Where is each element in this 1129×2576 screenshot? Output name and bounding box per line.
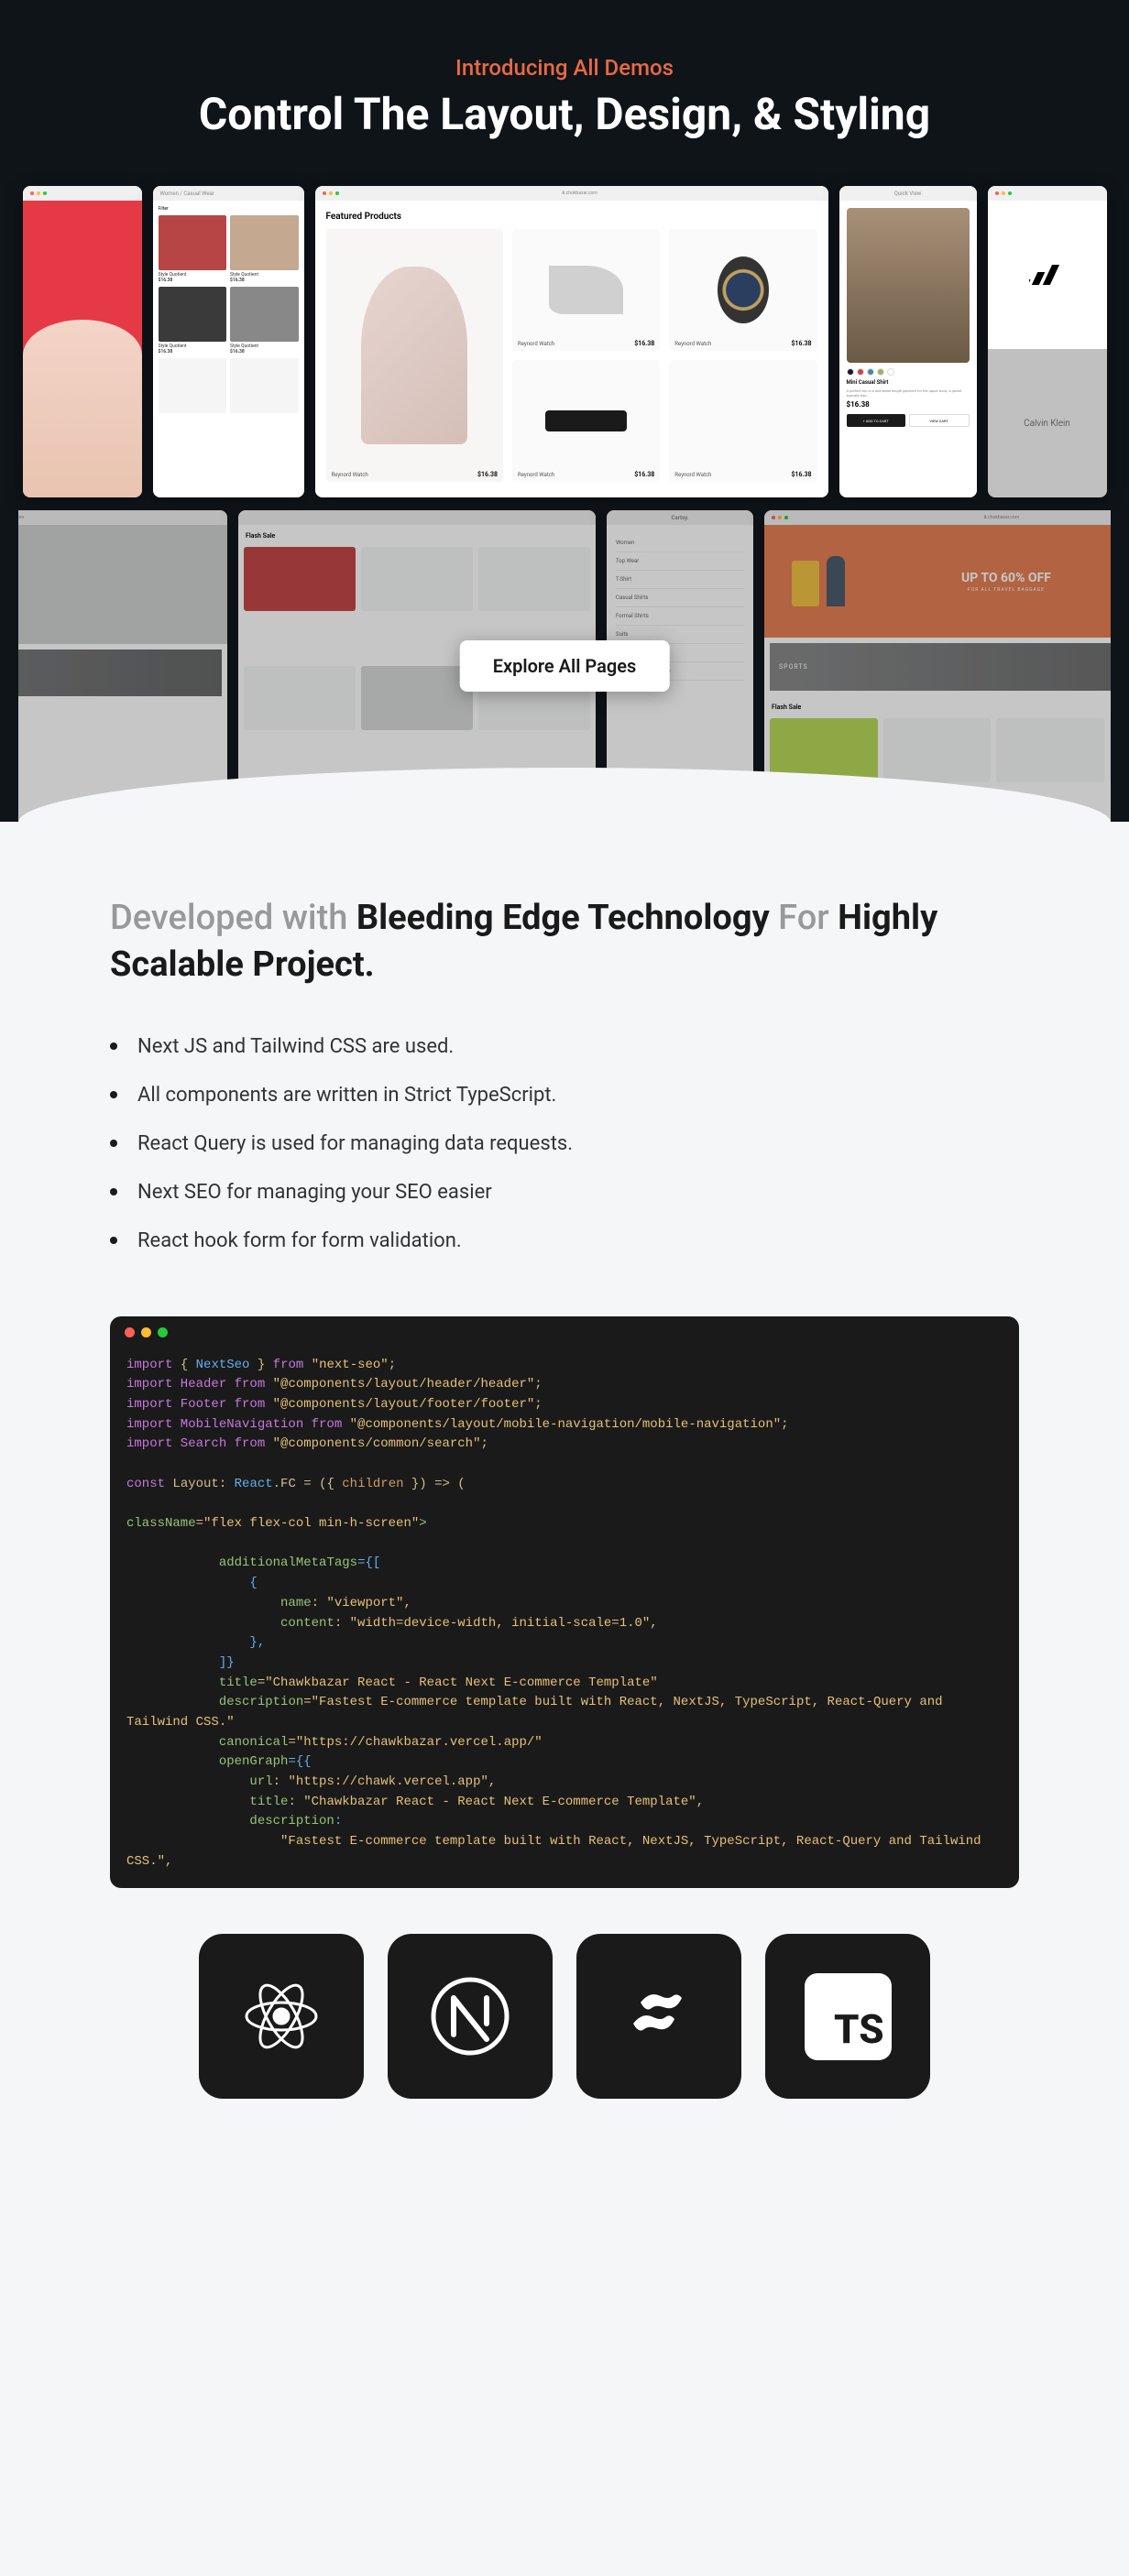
url-text: & chokbazar.com (343, 191, 817, 196)
features-list: Next JS and Tailwind CSS are used. All co… (110, 1035, 1019, 1252)
menu-item: Formal Shirts (616, 607, 744, 626)
menu-item: Casual Shirts (616, 589, 744, 607)
adidas-logo (988, 201, 1107, 349)
breadcrumb-text: Women / Casual Wear (160, 191, 214, 197)
menu-item: Women (616, 534, 744, 552)
feature-item: Next JS and Tailwind CSS are used. (110, 1035, 1019, 1058)
demo-screenshot-6[interactable]: & chokbazar.com 25% OFFON SELECTED ITEMS… (18, 510, 227, 822)
product-watch: Reynord Watch$16.38 (669, 229, 817, 351)
product-sneaker: Reynord Watch$16.38 (512, 229, 660, 351)
code-block: import { NextSeo } from "next-seo"; impo… (110, 1316, 1019, 1889)
tailwind-icon (576, 1934, 741, 2099)
tech-heading: Developed with Bleeding Edge Technology … (110, 895, 1019, 989)
menu-brand: Cartsy. (672, 515, 689, 521)
typescript-icon: TS (765, 1934, 930, 2099)
explore-button[interactable]: Explore All Pages (460, 640, 670, 692)
nextjs-icon (388, 1934, 553, 2099)
tech-icons-row: TS (110, 1934, 1019, 2099)
quickview-desc: A perfect top is a mid-waist length garm… (847, 388, 970, 398)
demo-screenshot-1[interactable] (23, 186, 142, 497)
orange-banner: UP TO 60% OFFFOR ALL TRAVEL BAGGAGE (764, 525, 1111, 638)
featured-title: Featured Products (326, 212, 817, 222)
product-sunglasses: Reynord Watch$16.38 (512, 360, 660, 482)
demo-screenshot-4[interactable]: Quick View Mini Casual Shirt A perfect t… (839, 186, 977, 497)
code-header (110, 1316, 1019, 1348)
view-cart-btn: VIEW CART (909, 414, 970, 427)
feature-item: React hook form for form validation. (110, 1229, 1019, 1252)
menu-item: Top Wear (616, 552, 744, 571)
feature-item: Next SEO for managing your SEO easier (110, 1181, 1019, 1204)
screenshots-row-1: Women / Casual Wear Filter Style Quotien… (18, 186, 1111, 497)
demo-screenshot-5[interactable]: Calvin Klein (988, 186, 1107, 497)
react-icon (199, 1934, 364, 2099)
product-extra: Reynord Watch$16.38 (669, 360, 817, 482)
code-content: import { NextSeo } from "next-seo"; impo… (110, 1348, 1019, 1889)
flash-title: Flash Sale (238, 525, 596, 547)
filter-label: Filter (159, 206, 169, 212)
quickview-title: Quick View (894, 191, 922, 197)
sports-banner: SPORTS (18, 649, 222, 697)
product-backpack: Reynord Watch$16.38 (326, 229, 504, 482)
feature-item: React Query is used for managing data re… (110, 1132, 1019, 1155)
quickview-name: Mini Casual Shirt (847, 379, 970, 386)
headline-text: Control The Layout, Design, & Styling (18, 88, 1111, 140)
intro-block: Introducing All Demos Control The Layout… (18, 55, 1111, 140)
eyebrow-text: Introducing All Demos (18, 55, 1111, 81)
quickview-image (847, 208, 970, 363)
demo-screenshot-3[interactable]: & chokbazar.com Featured Products Reynor… (315, 186, 828, 497)
color-swatches (847, 368, 970, 376)
hero-section: Introducing All Demos Control The Layout… (0, 0, 1129, 822)
quickview-price: $16.38 (847, 400, 970, 409)
add-cart-btn: + ADD TO CART (847, 414, 905, 427)
ck-logo: Calvin Klein (988, 349, 1107, 497)
demo-screenshot-2[interactable]: Women / Casual Wear Filter Style Quotien… (153, 186, 304, 497)
menu-item: T-Shirt (616, 571, 744, 589)
tech-section: Developed with Bleeding Edge Technology … (0, 822, 1129, 2154)
feature-item: All components are written in Strict Typ… (110, 1084, 1019, 1107)
